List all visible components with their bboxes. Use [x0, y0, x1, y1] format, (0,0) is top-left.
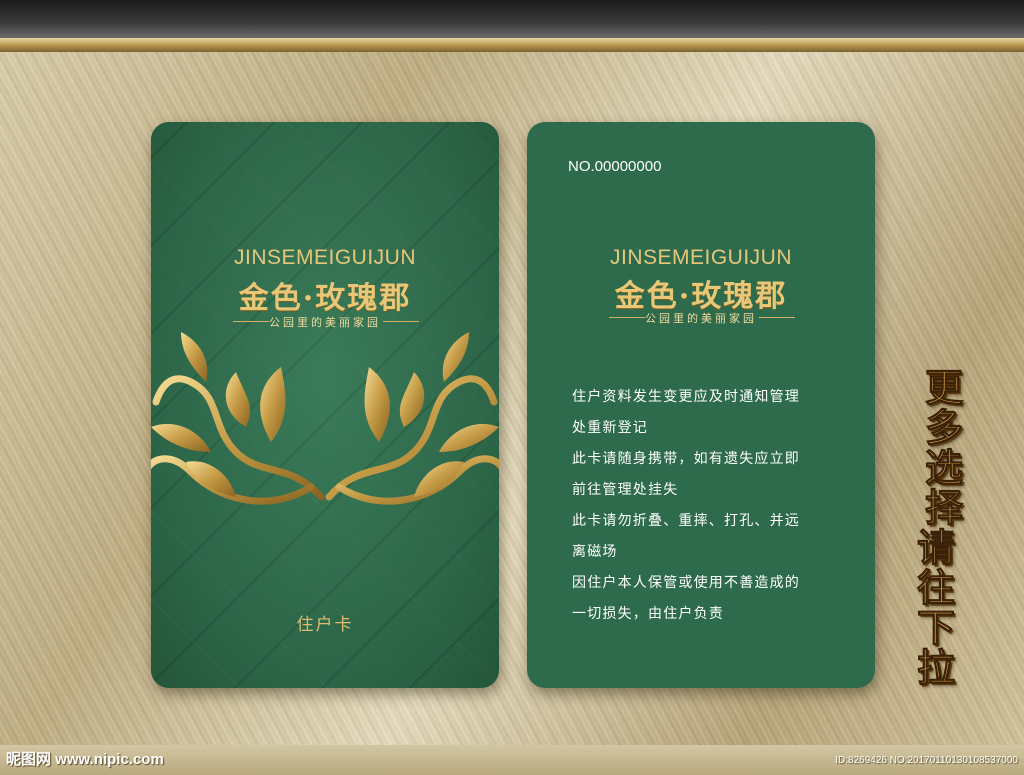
card-rules: 住户资料发生变更应及时通知管理 处重新登记 此卡请随身携带，如有遗失应立即 前往… [572, 382, 862, 630]
card-type-label: 住户卡 [296, 615, 354, 635]
back-tagline-right-rule [759, 317, 795, 318]
rule-line: 离磁场 [572, 544, 618, 560]
card-back: NO.00000000 JINSEMEIGUIJUN 金色·玫瑰郡 公园里的美丽… [527, 122, 875, 688]
card-front: JINSEMEIGUIJUN 金色·玫瑰郡 公园里的美丽家园 住户卡 [151, 122, 499, 688]
watermark-id: ID:8269426 NO:20170110130108537000 [835, 755, 1018, 766]
top-dark-band [0, 0, 1024, 38]
card-number: NO.00000000 [568, 158, 662, 175]
rule-line: 此卡请勿折叠、重摔、打孔、并远 [572, 513, 800, 529]
back-tagline: 公园里的美丽家园 [645, 312, 757, 325]
rule-line: 住户资料发生变更应及时通知管理 [572, 389, 800, 405]
top-gold-strip [0, 38, 1024, 52]
rule-line: 前往管理处挂失 [572, 482, 679, 498]
side-text-more-options: 更多选择 [924, 365, 963, 530]
rule-line: 一切损失，由住户负责 [572, 606, 724, 622]
side-text-scroll-down: 请往下拉 [916, 525, 955, 690]
front-brand-english: JINSEMEIGUIJUN [233, 246, 416, 269]
back-brand-chinese: 金色·玫瑰郡 [614, 279, 788, 314]
back-brand-english: JINSEMEIGUIJUN [609, 246, 792, 269]
rule-line: 因住户本人保管或使用不善造成的 [572, 575, 800, 591]
rule-line: 处重新登记 [572, 420, 648, 436]
gold-flourish-ornament [151, 332, 499, 505]
front-brand-chinese: 金色·玫瑰郡 [238, 281, 412, 316]
rule-line: 此卡请随身携带，如有遗失应立即 [572, 451, 800, 467]
watermark-site: 昵图网 www.nipic.com [6, 751, 164, 768]
